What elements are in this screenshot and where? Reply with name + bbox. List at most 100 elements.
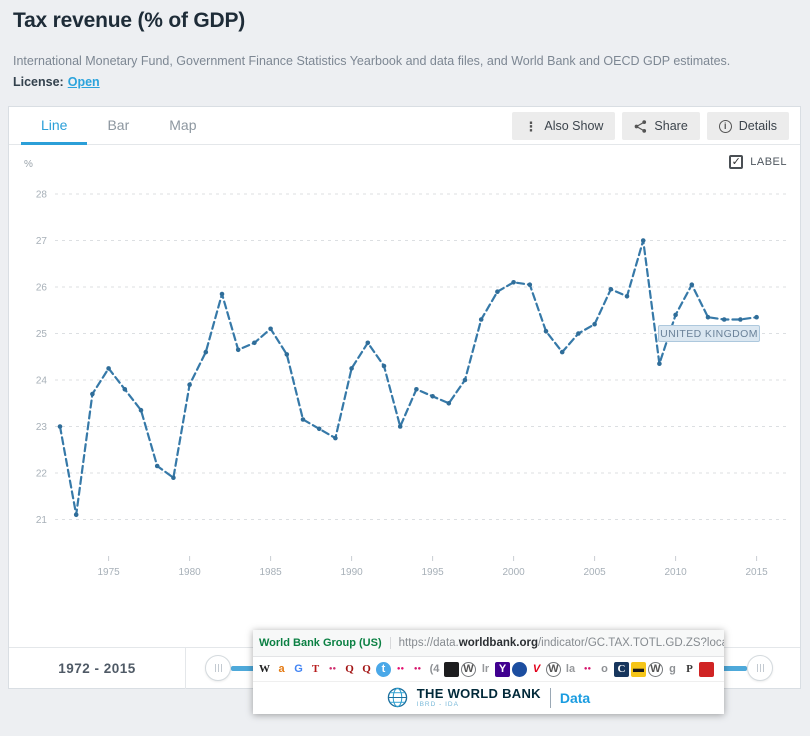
la-icon[interactable]: la — [563, 662, 578, 677]
p-icon[interactable]: P — [682, 662, 697, 677]
data-point[interactable] — [220, 292, 225, 297]
data-point[interactable] — [609, 287, 614, 292]
data-point[interactable] — [252, 341, 257, 346]
chart-pane: %282726252423222119751980198519901995200… — [9, 145, 800, 647]
tab-bar[interactable]: Bar — [87, 107, 149, 145]
data-point[interactable] — [528, 282, 533, 287]
data-point[interactable] — [123, 387, 128, 392]
amazon-icon[interactable]: a — [274, 662, 289, 677]
data-point[interactable] — [722, 317, 727, 322]
data-point[interactable] — [155, 464, 160, 469]
virgin-icon[interactable]: V — [529, 662, 544, 677]
y-tick-label: 28 — [36, 190, 48, 201]
data-point[interactable] — [398, 424, 403, 429]
data-point[interactable] — [106, 366, 111, 371]
label-toggle[interactable]: ✓ LABEL — [729, 155, 787, 169]
data-point[interactable] — [544, 329, 549, 334]
chart-card: LineBarMap ⋮Also ShowShareiDetails %2827… — [8, 106, 801, 689]
data-point[interactable] — [187, 382, 192, 387]
label-checkbox[interactable]: ✓ — [729, 155, 743, 169]
wikipedia-icon[interactable]: W — [257, 662, 272, 677]
data-point[interactable] — [349, 366, 354, 371]
data-point[interactable] — [333, 436, 338, 441]
data-point[interactable] — [738, 317, 743, 322]
data-point[interactable] — [301, 417, 306, 422]
logo-divider — [550, 688, 551, 708]
data-point[interactable] — [673, 313, 678, 318]
data-point[interactable] — [366, 341, 371, 346]
year-range-label: 1972 - 2015 — [9, 648, 186, 689]
data-point[interactable] — [576, 331, 581, 336]
dots-icon[interactable]: ●● — [580, 662, 595, 677]
share-button[interactable]: Share — [622, 112, 699, 140]
photo-icon[interactable] — [444, 662, 459, 677]
wordpress-icon[interactable]: W — [648, 662, 663, 677]
indicator-source-text: International Monetary Fund, Government … — [13, 54, 796, 68]
view-tabs: LineBarMap — [21, 107, 217, 144]
also-show-button[interactable]: ⋮Also Show — [512, 112, 615, 140]
data-point[interactable] — [511, 280, 516, 285]
data-point[interactable] — [592, 322, 597, 327]
data-point[interactable] — [463, 378, 468, 383]
data-site-link[interactable]: Data — [560, 690, 590, 706]
data-point[interactable] — [706, 315, 711, 320]
data-point[interactable] — [641, 238, 646, 243]
data-point[interactable] — [560, 350, 565, 355]
x-tick-label: 1975 — [97, 567, 120, 578]
g-icon[interactable]: g — [665, 662, 680, 677]
c-navy-icon[interactable]: C — [614, 662, 629, 677]
data-point[interactable] — [74, 513, 79, 518]
data-point[interactable] — [754, 315, 759, 320]
natgeo-icon[interactable]: ▬ — [631, 662, 646, 677]
paren-icon[interactable]: (4 — [427, 662, 442, 677]
yahoo-icon[interactable]: Y — [495, 662, 510, 677]
flickr-icon[interactable]: ●● — [393, 662, 408, 677]
data-point[interactable] — [171, 475, 176, 480]
times-icon[interactable]: T — [308, 662, 323, 677]
dots-icon[interactable]: ●● — [325, 662, 340, 677]
google-icon[interactable]: G — [291, 662, 306, 677]
license-label: License: — [13, 75, 64, 89]
data-point[interactable] — [382, 364, 387, 369]
line-chart: %282726252423222119751980198519901995200… — [9, 145, 800, 606]
q-icon[interactable]: Q — [359, 662, 374, 677]
data-point[interactable] — [204, 350, 209, 355]
data-point[interactable] — [90, 392, 95, 397]
data-point[interactable] — [430, 394, 435, 399]
address-bar[interactable]: World Bank Group (US) https://data.world… — [253, 630, 724, 657]
data-point[interactable] — [495, 289, 500, 294]
details-button[interactable]: iDetails — [707, 112, 789, 140]
o-icon[interactable]: o — [597, 662, 612, 677]
x-tick-label: 1985 — [259, 567, 282, 578]
timeline-handle-start[interactable] — [205, 655, 231, 681]
data-point[interactable] — [268, 327, 273, 332]
wordpress-icon[interactable]: W — [546, 662, 561, 677]
worldbank-wordmark[interactable]: THE WORLD BANK IBRD - IDA — [417, 687, 541, 709]
data-point[interactable] — [285, 352, 290, 357]
timeline-handle-end[interactable] — [747, 655, 773, 681]
tab-line[interactable]: Line — [21, 107, 87, 145]
data-point[interactable] — [317, 427, 322, 432]
data-point[interactable] — [657, 361, 662, 366]
q-icon[interactable]: Q — [342, 662, 357, 677]
data-point[interactable] — [236, 348, 241, 353]
flickr-icon[interactable]: ●● — [410, 662, 425, 677]
license-open-link[interactable]: Open — [68, 75, 100, 89]
data-point[interactable] — [58, 424, 63, 429]
url-text[interactable]: https://data.worldbank.org/indicator/GC.… — [399, 637, 724, 649]
lr-icon[interactable]: lr — [478, 662, 493, 677]
site-identity-chip[interactable]: World Bank Group (US) — [259, 637, 391, 649]
globe-icon[interactable] — [512, 662, 527, 677]
wordpress-icon[interactable]: W — [461, 662, 476, 677]
data-point[interactable] — [479, 317, 484, 322]
data-point[interactable] — [414, 387, 419, 392]
red-square-icon[interactable] — [699, 662, 714, 677]
data-point[interactable] — [447, 401, 452, 406]
data-point[interactable] — [690, 282, 695, 287]
data-point[interactable] — [139, 408, 144, 413]
data-point[interactable] — [625, 294, 630, 299]
twitter-icon[interactable]: t — [376, 662, 391, 677]
x-tick-label: 1980 — [178, 567, 201, 578]
tab-map[interactable]: Map — [149, 107, 216, 145]
y-tick-label: 21 — [36, 515, 48, 526]
